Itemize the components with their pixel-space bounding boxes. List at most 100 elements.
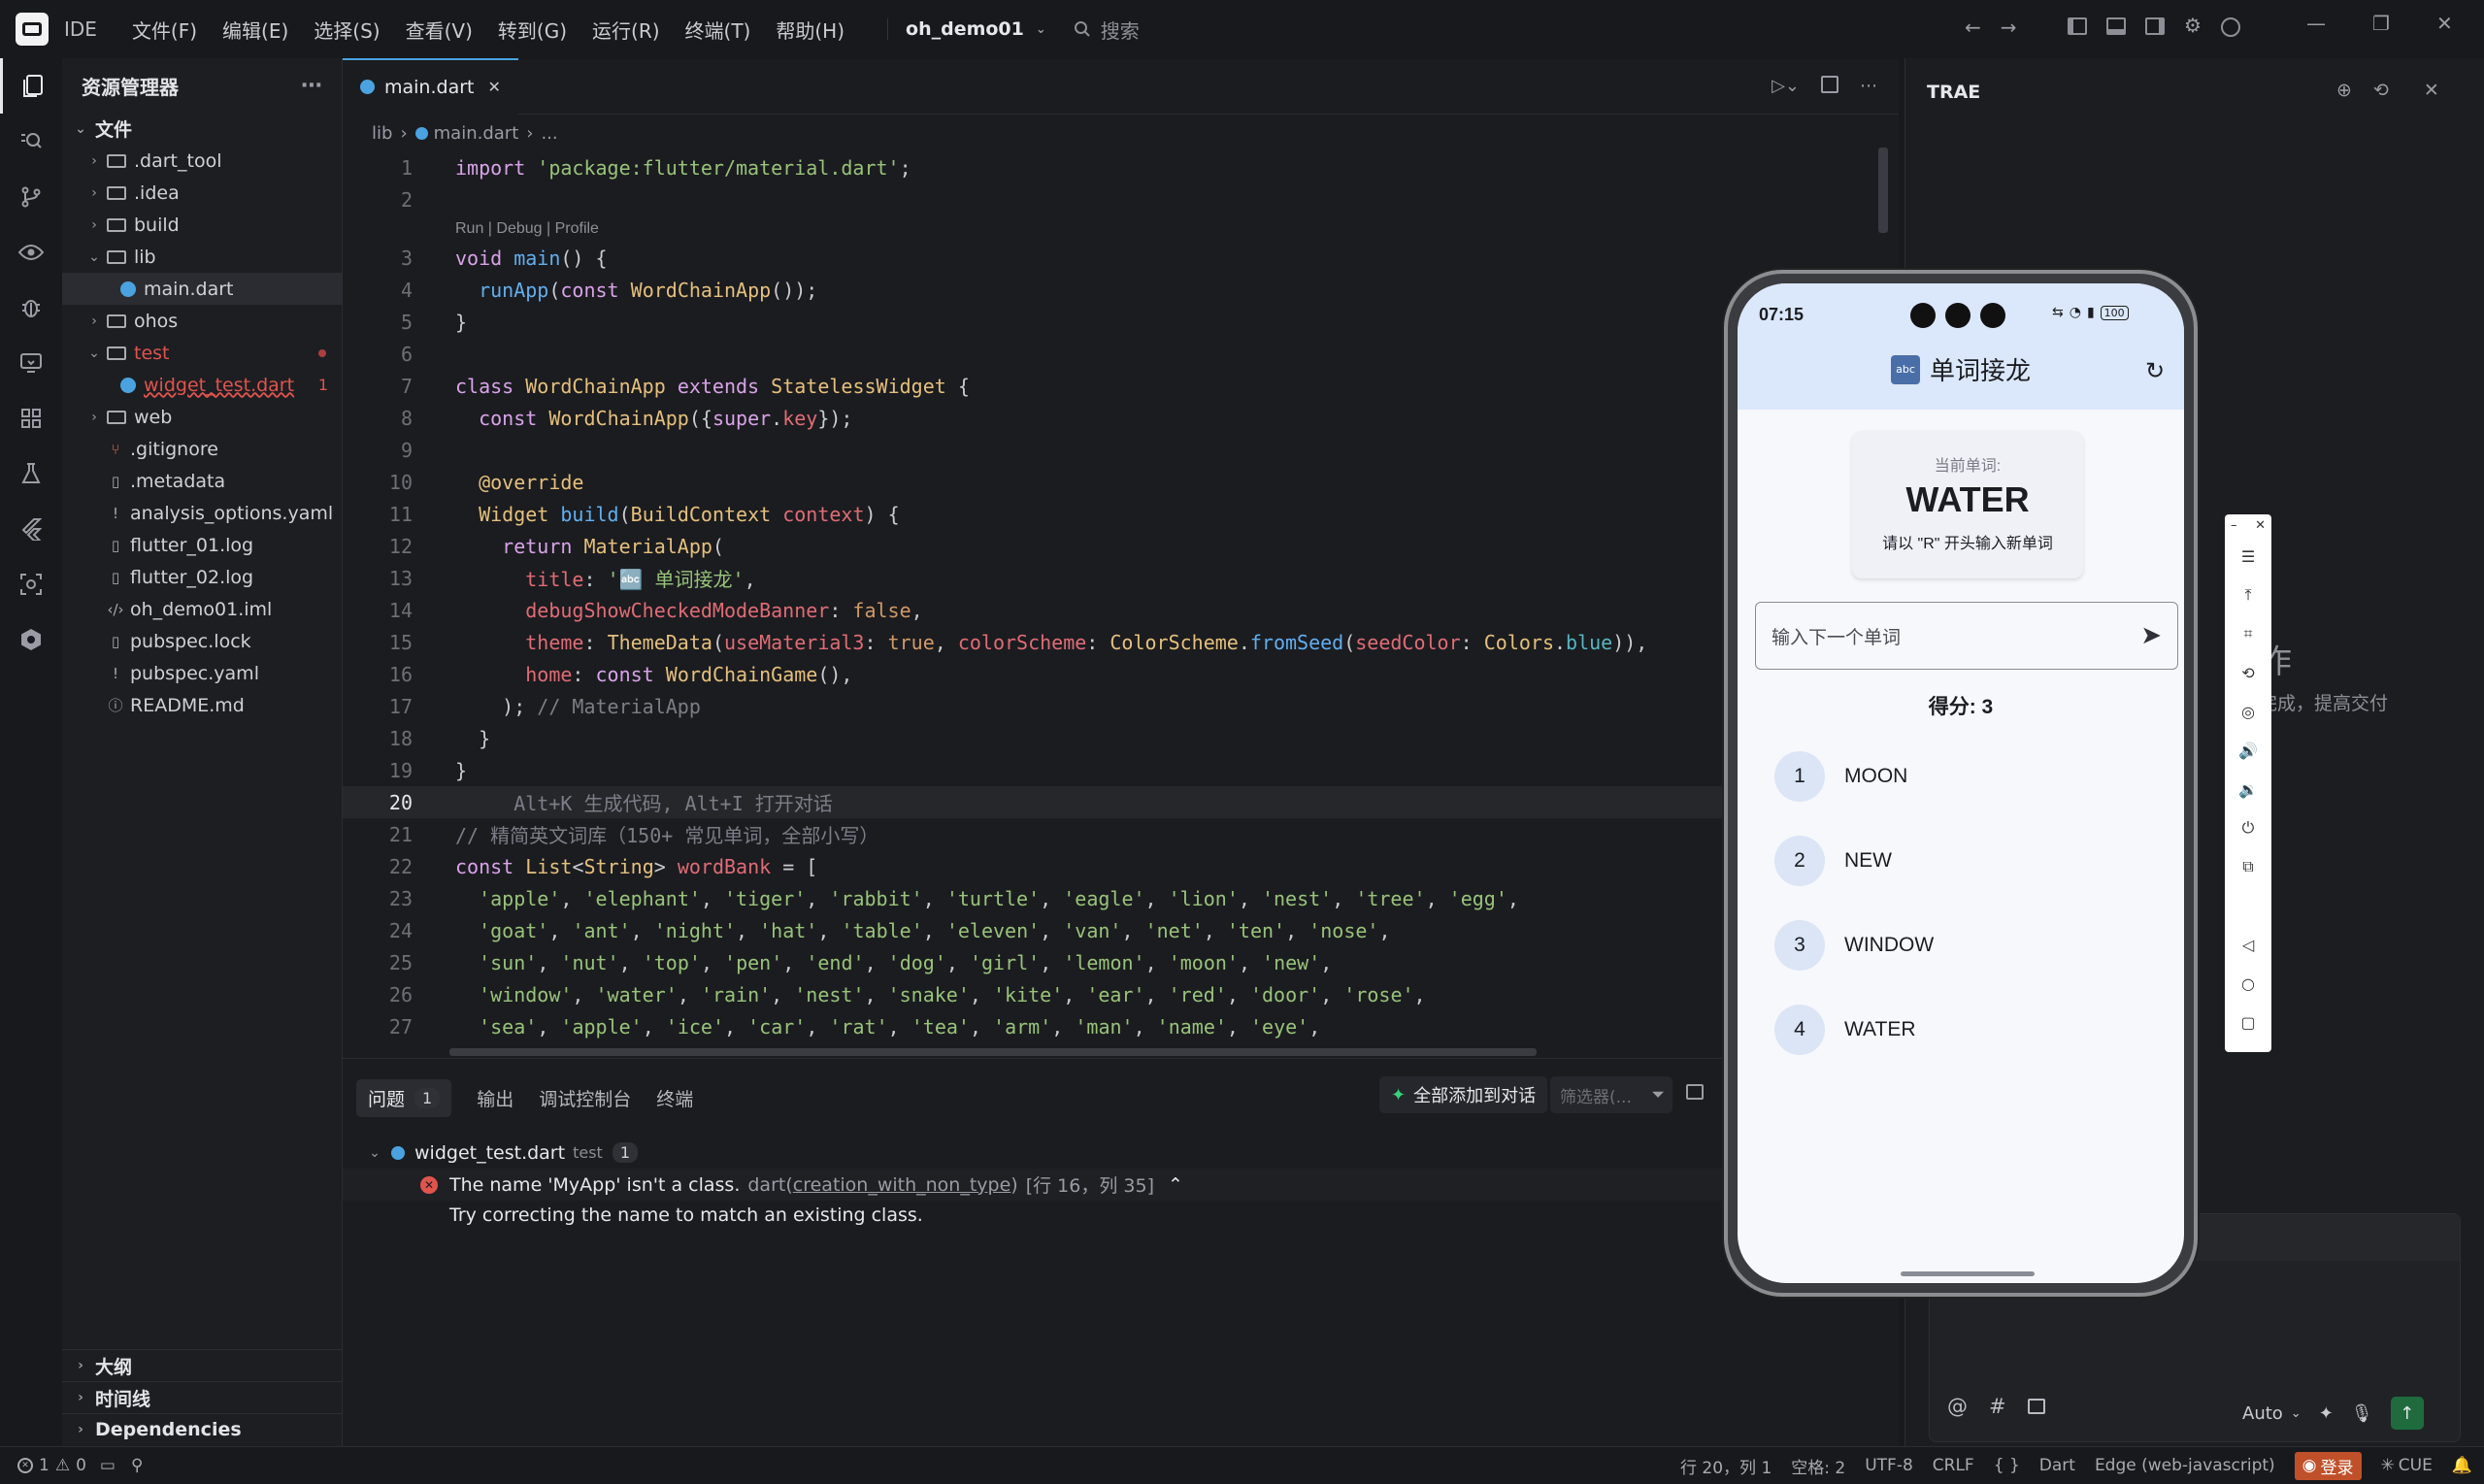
problem-item[interactable]: ✕ The name 'MyApp' isn't a class. dart (… [343,1169,1899,1201]
activity-debug[interactable] [0,280,62,335]
vertical-scrollbar[interactable] [1878,148,1888,233]
tree-item[interactable]: ⌄ lib [62,241,342,273]
hash-icon[interactable]: # [1989,1395,2006,1418]
minimize-icon[interactable]: — [2306,12,2326,35]
restore-icon[interactable]: ❐ [2372,12,2390,35]
tree-item[interactable]: ! pubspec.yaml [62,657,342,689]
chevron-up-icon[interactable]: ⌃ [1168,1174,1183,1196]
code-line[interactable]: 9 [343,434,1900,466]
code-line[interactable]: 22 const List<String> wordBank = [ [343,850,1900,882]
code-area[interactable]: 1 import 'package:flutter/material.dart';… [343,151,1900,1042]
cue-status[interactable]: ✳ CUE [2381,1456,2433,1475]
collapse-all-icon[interactable] [1686,1084,1704,1100]
history-icon[interactable]: ⟲ [2373,80,2389,101]
run-icon[interactable]: ▷⌄ [1772,76,1800,96]
close-panel-icon[interactable]: ✕ [2424,80,2439,101]
send-icon[interactable]: ➤ [2140,621,2162,650]
code-line[interactable]: 27 'sea', 'apple', 'ice', 'car', 'rat', … [343,1010,1900,1042]
new-chat-icon[interactable]: ⊕ [2336,80,2352,101]
mic-icon[interactable]: 🎙 [2351,1403,2373,1424]
problems-summary[interactable]: ✕ 1 ⚠ 0 ▭ ⚲ [17,1456,143,1475]
tree-item[interactable]: ⑂ .gitignore [62,433,342,465]
section-dependencies[interactable]: › Dependencies [62,1413,342,1445]
word-input[interactable]: 输入下一个单词 ➤ [1755,602,2178,670]
toggle-sidebar-icon[interactable] [2068,17,2087,35]
tree-item[interactable]: ⓘ README.md [62,689,342,721]
back-arrow-icon[interactable]: ← [1965,16,1981,39]
code-line[interactable]: 26 'window', 'water', 'rain', 'nest', 's… [343,978,1900,1010]
code-line[interactable]: 18 } [343,722,1900,754]
activity-preview[interactable] [0,224,62,280]
remote-icon[interactable]: ⚲ [131,1456,143,1475]
model-selector[interactable]: Auto [2242,1403,2283,1424]
emu-menu-icon[interactable]: ☰ [2227,537,2269,576]
search-box[interactable]: 搜索 [1074,16,1140,44]
code-line[interactable]: 4 runApp(const WordChainApp()); [343,274,1900,306]
more-actions-icon[interactable]: ⋯ [1860,76,1877,96]
tree-root[interactable]: ⌄ 文件 [62,113,342,145]
code-line[interactable]: 10 @override [343,466,1900,498]
phone-screen[interactable]: 07:15 ⇆ ◔ ▮ 100 abc 单词接龙 ↻ 当前单词: WATER 请以 … [1738,283,2184,1283]
tab-main-dart[interactable]: main.dart ✕ [343,57,518,115]
tab-debug-console[interactable]: 调试控制台 [539,1085,631,1111]
emu-screenshot-icon[interactable]: ◎ [2227,692,2269,731]
emu-minimize-icon[interactable]: – [2231,518,2237,533]
breadcrumb-symbol[interactable]: ... [541,123,557,144]
forward-arrow-icon[interactable]: → [2001,16,2017,39]
send-button[interactable]: ↑ [2390,1397,2424,1430]
tree-item[interactable]: ▯ flutter_02.log [62,561,342,593]
gear-icon[interactable]: ⚙ [2184,14,2202,37]
tree-item[interactable]: ▯ pubspec.lock [62,625,342,657]
code-line[interactable]: 1 import 'package:flutter/material.dart'; [343,151,1900,183]
emu-recents-icon[interactable]: ▢ [2227,1003,2269,1041]
more-icon[interactable]: ⋯ [301,74,322,98]
split-editor-icon[interactable] [1821,76,1838,93]
code-line[interactable]: 17 ); // MaterialApp [343,690,1900,722]
indentation[interactable]: 空格: 2 [1791,1454,1845,1478]
menu-run[interactable]: 运行(R) [592,16,660,44]
close-icon[interactable]: ✕ [2436,12,2453,35]
codelens[interactable]: Run | Debug | Profile [455,215,1900,242]
code-line[interactable]: 23 'apple', 'elephant', 'tiger', 'rabbit… [343,882,1900,914]
code-line[interactable]: 15 theme: ThemeData(useMaterial3: true, … [343,626,1900,658]
code-line[interactable]: 12 return MaterialApp( [343,530,1900,562]
code-line[interactable]: 14 debugShowCheckedModeBanner: false, [343,594,1900,626]
filter-input[interactable]: 筛选器(... ⏷ [1550,1076,1673,1113]
debug-target[interactable]: Edge (web-javascript) [2095,1456,2275,1475]
emu-power-icon[interactable]: ⏻ [2227,808,2269,847]
tree-item[interactable]: ▯ flutter_01.log [62,529,342,561]
tree-item[interactable]: ⌄ test [62,337,342,369]
activity-harmony[interactable] [0,611,62,667]
emu-crop-icon[interactable]: ⌗ [2227,614,2269,653]
emu-pin-top-icon[interactable]: ⤒ [2227,576,2269,614]
tree-item[interactable]: ‹/› oh_demo01.iml [62,593,342,625]
line-ending[interactable]: CRLF [1933,1456,1974,1475]
code-line[interactable]: 6 [343,338,1900,370]
tree-item[interactable]: widget_test.dart 1 [62,369,342,401]
breadcrumb-file[interactable]: main.dart [434,123,519,144]
tree-item[interactable]: › ohos [62,305,342,337]
project-switcher[interactable]: oh_demo01 ⌄ [887,18,1046,40]
home-indicator[interactable] [1901,1271,2035,1276]
activity-testing[interactable] [0,445,62,501]
language-mode[interactable]: Dart [2039,1456,2075,1475]
tree-item[interactable]: › web [62,401,342,433]
section-outline[interactable]: › 大纲 [62,1349,342,1381]
tab-problems[interactable]: 问题 1 [356,1078,452,1117]
error-code-link[interactable]: creation_with_non_type [793,1174,1011,1196]
activity-source-control[interactable] [0,169,62,224]
code-line[interactable]: 3 void main() { [343,242,1900,274]
emu-copy-icon[interactable]: ⧉ [2227,847,2269,886]
menu-goto[interactable]: 转到(G) [498,16,567,44]
activity-extensions[interactable] [0,390,62,445]
bell-icon[interactable]: 🔔 [2452,1456,2472,1475]
menu-terminal[interactable]: 终端(T) [685,16,751,44]
code-line[interactable]: 20 Alt+K 生成代码, Alt+I 打开对话 [343,786,1814,818]
code-line[interactable]: 2 [343,183,1900,215]
activity-remote[interactable] [0,335,62,390]
section-timeline[interactable]: › 时间线 [62,1381,342,1413]
emu-back-icon[interactable]: ◁ [2227,925,2269,964]
cursor-position[interactable]: 行 20，列 1 [1680,1454,1772,1478]
code-line[interactable]: 8 const WordChainApp({super.key}); [343,402,1900,434]
activity-explorer[interactable] [0,58,62,114]
